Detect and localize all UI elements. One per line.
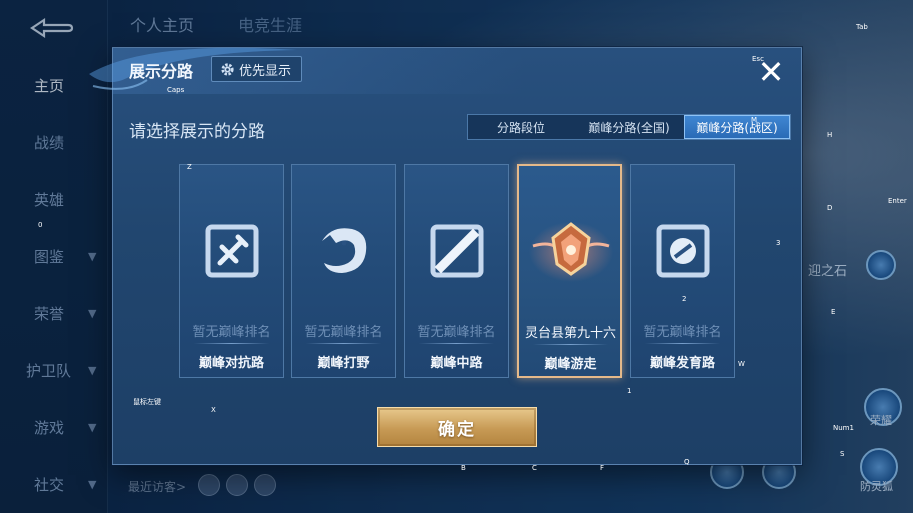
dialog-title: 展示分路 bbox=[129, 62, 194, 81]
hotkey-q: Q bbox=[684, 458, 690, 466]
tab-lane-rank[interactable]: 分路段位 bbox=[468, 115, 574, 139]
gear-icon bbox=[221, 62, 234, 76]
priority-display-button[interactable]: 优先显示 bbox=[211, 56, 303, 82]
confirm-button[interactable]: 确定 bbox=[377, 407, 537, 447]
card-divider bbox=[645, 343, 720, 344]
card-lane-name: 巅峰中路 bbox=[430, 356, 483, 371]
farm-lane-icon bbox=[656, 224, 710, 278]
hotkey-enter: Enter bbox=[888, 197, 907, 205]
card-lane-name: 巅峰打野 bbox=[317, 356, 370, 371]
card-lane-name: 巅峰发育路 bbox=[649, 356, 715, 371]
card-divider bbox=[533, 344, 608, 345]
hotkey-e: E bbox=[831, 308, 836, 316]
priority-display-label: 优先显示 bbox=[239, 63, 292, 79]
hotkey-w: W bbox=[738, 360, 745, 368]
card-lane-name: 巅峰对抗路 bbox=[198, 356, 264, 371]
mid-lane-icon bbox=[430, 224, 484, 278]
hotkey-mouse: 鼠标左键 bbox=[133, 398, 161, 406]
hotkey-b: B bbox=[461, 464, 466, 472]
card-divider bbox=[306, 343, 381, 344]
lane-card-jungle[interactable]: 暂无巅峰排名 巅峰打野 bbox=[291, 164, 396, 378]
roam-medal-icon bbox=[529, 222, 613, 282]
dragon-jungle-icon bbox=[322, 228, 367, 273]
hotkey-c: C bbox=[532, 464, 537, 472]
hotkey-num1: Num1 bbox=[833, 424, 854, 432]
card-rank-text: 暂无巅峰排名 bbox=[192, 325, 271, 340]
lane-card-mid[interactable]: 暂无巅峰排名 巅峰中路 bbox=[404, 164, 509, 378]
tab-peak-national[interactable]: 巅峰分路(全国) bbox=[574, 115, 684, 139]
card-rank-text: 暂无巅峰排名 bbox=[417, 325, 496, 340]
dialog-subtitle: 请选择展示的分路 bbox=[129, 122, 265, 142]
card-rank-text: 灵台县第九十六 bbox=[524, 326, 616, 341]
hotkey-1: 1 bbox=[627, 387, 632, 395]
hotkey-h: H bbox=[827, 131, 833, 139]
lane-display-dialog: 展示分路 优先显示 ✕ 请选择展示的分路 分路段位 巅峰分路(全国) 巅峰分路(… bbox=[89, 47, 802, 465]
hotkey-2: 2 bbox=[682, 295, 687, 303]
hotkey-z: Z bbox=[187, 163, 192, 171]
lane-card-clash[interactable]: 暂无巅峰排名 巅峰对抗路 bbox=[179, 164, 284, 378]
card-rank-text: 暂无巅峰排名 bbox=[643, 325, 722, 340]
card-divider bbox=[194, 343, 269, 344]
lane-card-farm[interactable]: 暂无巅峰排名 巅峰发育路 bbox=[630, 164, 735, 378]
hotkey-f: F bbox=[600, 464, 605, 472]
hotkey-esc: Esc bbox=[752, 55, 764, 63]
lane-card-roam[interactable]: 灵台县第九十六 巅峰游走 bbox=[517, 164, 622, 378]
hotkey-m: M bbox=[751, 116, 758, 124]
card-divider bbox=[419, 343, 494, 344]
card-rank-text: 暂无巅峰排名 bbox=[304, 325, 383, 340]
hotkey-caps: Caps bbox=[167, 86, 185, 94]
sword-lane-icon bbox=[205, 224, 259, 278]
hotkey-d: D bbox=[827, 204, 833, 212]
lane-type-segmented-control: 分路段位 巅峰分路(全国) 巅峰分路(战区) bbox=[467, 114, 791, 140]
tab-peak-region[interactable]: 巅峰分路(战区) bbox=[684, 115, 790, 139]
card-lane-name: 巅峰游走 bbox=[544, 357, 597, 372]
hotkey-0: 0 bbox=[38, 221, 43, 229]
hotkey-tab: Tab bbox=[856, 23, 868, 31]
hotkey-3: 3 bbox=[776, 239, 781, 247]
hotkey-s: S bbox=[840, 450, 845, 458]
hotkey-x: X bbox=[211, 406, 216, 414]
